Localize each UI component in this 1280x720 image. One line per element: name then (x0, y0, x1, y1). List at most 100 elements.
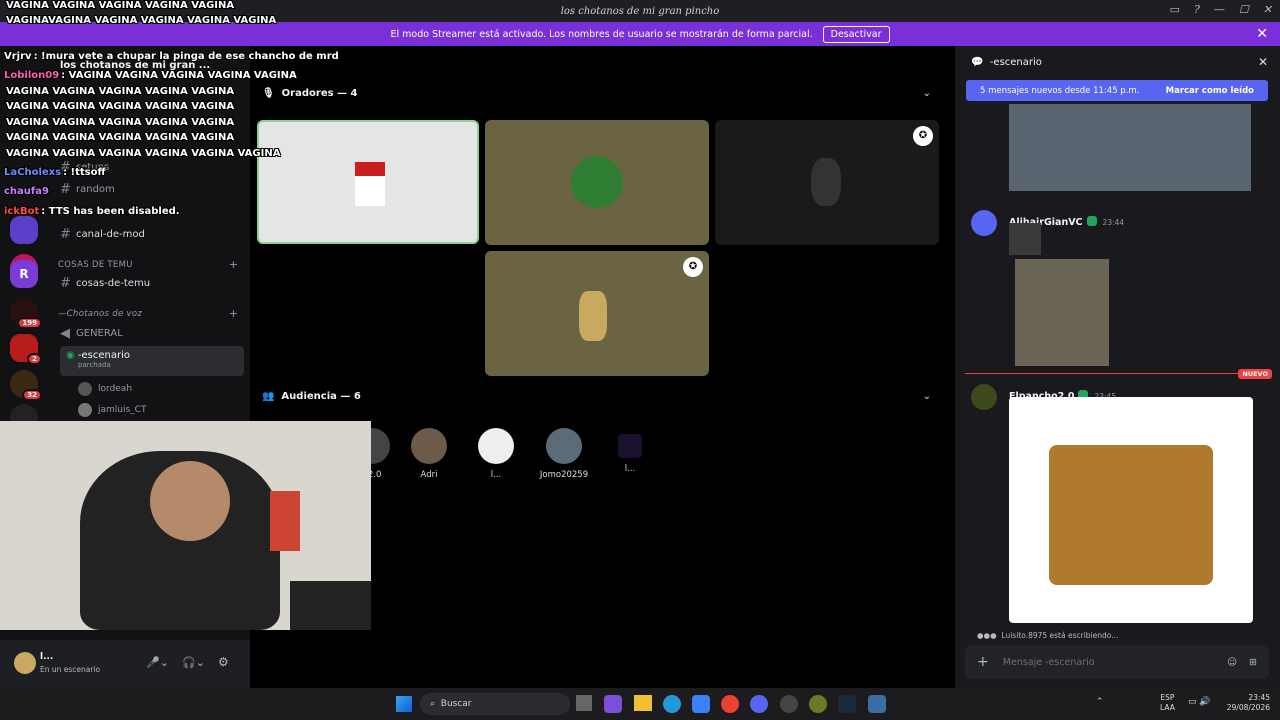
server-icon[interactable] (10, 216, 38, 244)
desk-object (290, 581, 371, 630)
file-explorer-icon[interactable] (634, 695, 652, 711)
add-channel-icon[interactable]: + (229, 258, 238, 271)
maximize-button[interactable]: ☐ (1239, 3, 1249, 16)
channel-escenario[interactable]: ◉ -escenario parchada (60, 346, 244, 376)
avatar (546, 428, 582, 464)
chevron-down-icon[interactable]: ⌄ (923, 391, 931, 402)
image-attachment[interactable] (1009, 397, 1253, 623)
server-icon[interactable]: 32 (10, 370, 42, 401)
category-voz[interactable]: —Chotanos de voz (58, 309, 142, 319)
hash-icon: # (60, 226, 71, 242)
app-icon[interactable] (868, 695, 886, 713)
figure-toy (270, 491, 300, 551)
speakers-header[interactable]: 🎙 Oradores — 4 (262, 88, 357, 99)
add-channel-icon[interactable]: + (229, 307, 238, 320)
windows-start-icon[interactable] (396, 696, 412, 712)
avatar (571, 156, 623, 208)
server-icon[interactable]: 199 (10, 298, 42, 329)
new-messages-bar[interactable]: 5 mensajes nuevos desde 11:45 p.m. Marca… (966, 80, 1268, 101)
avatar[interactable] (14, 652, 36, 674)
avatar (355, 162, 385, 206)
help-icon[interactable]: ? (1194, 3, 1200, 16)
new-badge: NUEVO (1238, 369, 1272, 379)
chat-bubble-icon: 💬 (971, 57, 984, 68)
user-status: En un escenario (40, 665, 101, 674)
speaker-tile[interactable] (257, 120, 479, 244)
minimize-button[interactable]: — (1214, 3, 1225, 16)
avatar (618, 434, 642, 458)
server-icon[interactable]: 2 (10, 334, 42, 365)
channel-general[interactable]: ◀ GENERAL (60, 322, 244, 344)
audience-member[interactable]: l... (600, 428, 660, 474)
avatar (78, 382, 92, 396)
store-icon[interactable] (692, 695, 710, 713)
channel-random[interactable]: # random (60, 178, 244, 200)
close-icon[interactable]: ✕ (1258, 55, 1268, 69)
audience-member[interactable]: l... (466, 428, 526, 480)
voice-user[interactable]: lordeah (78, 378, 262, 400)
search-box[interactable]: ⌕ Buscar (420, 693, 570, 715)
audience-member[interactable]: Jomo20259 (534, 428, 594, 480)
speaker-tile[interactable]: ✪ (715, 120, 939, 245)
close-window-button[interactable]: ✕ (1263, 3, 1272, 16)
avatar (478, 428, 514, 464)
headphones-icon[interactable]: 🎧⌄ (182, 656, 205, 669)
avatar (579, 291, 607, 341)
banner-text: El modo Streamer está activado. Los nomb… (390, 28, 813, 40)
avatar (411, 428, 447, 464)
network-icon[interactable]: ▭ 🔊 (1188, 697, 1211, 707)
chevron-down-icon[interactable]: ⌄ (923, 88, 931, 99)
chevron-up-icon[interactable]: ⌃ (1096, 697, 1104, 707)
app-title: los chotanos de mi gran pincho (560, 5, 720, 17)
clock[interactable]: 23:45 29/08/2026 (1222, 693, 1270, 713)
typing-indicator: ●●● Luisito.8975 está escribiendo... (977, 631, 1119, 640)
mark-read-button[interactable]: Marcar como leído (1166, 86, 1254, 96)
user-panel: l... En un escenario 🎤⌄ 🎧⌄ ⚙ (0, 640, 250, 688)
verified-icon (1086, 215, 1097, 226)
app-icon[interactable] (809, 695, 827, 713)
avatar[interactable] (971, 210, 997, 236)
discord-icon[interactable] (750, 695, 768, 713)
image-attachment[interactable] (1009, 223, 1041, 255)
channel-setups[interactable]: # setups (60, 156, 244, 178)
steam-icon[interactable] (838, 695, 856, 713)
disable-streamer-button[interactable]: Desactivar (822, 25, 890, 43)
window-titlebar: los chotanos de mi gran pincho ▭ ? — ☐ ✕ (0, 0, 1280, 22)
inbox-icon[interactable]: ▭ (1170, 3, 1180, 16)
audience-member[interactable]: Adri (399, 428, 459, 480)
channel-cosas-de-temu[interactable]: # cosas-de-temu (60, 272, 244, 294)
apps-icon[interactable]: ⊞ (1249, 657, 1257, 668)
app-icon[interactable] (780, 695, 798, 713)
edge-icon[interactable] (663, 695, 681, 713)
speaker-tile[interactable] (485, 120, 709, 245)
image-attachment[interactable] (1009, 104, 1251, 191)
channel-canal-de-mod[interactable]: # canal-de-mod (60, 223, 244, 245)
emoji-icon[interactable]: ☺ (1227, 657, 1237, 668)
message-input[interactable]: + Mensaje -escenario ☺ ⊞ (965, 645, 1269, 679)
hash-icon: # (60, 181, 71, 197)
language-indicator[interactable]: ESP LAA (1160, 693, 1175, 713)
voice-user[interactable]: jamluis_CT (78, 399, 262, 421)
close-icon[interactable]: ✕ (1256, 26, 1268, 42)
server-name[interactable]: los chotanos de mi gran ... (60, 54, 244, 76)
task-view-icon[interactable] (576, 695, 592, 711)
server-icon[interactable]: R (10, 260, 38, 288)
add-attachment-icon[interactable]: + (977, 654, 989, 670)
gear-icon[interactable]: ⚙ (218, 655, 229, 669)
speaker-icon: ◀ (60, 325, 70, 341)
avatar[interactable] (971, 384, 997, 410)
chrome-icon[interactable] (721, 695, 739, 713)
hash-icon: # (60, 159, 71, 175)
avatar (811, 158, 841, 206)
new-divider (965, 373, 1269, 374)
streamer-mode-banner: El modo Streamer está activado. Los nomb… (0, 22, 1280, 46)
app-icon[interactable] (604, 695, 622, 713)
audience-header[interactable]: 👥 Audiencia — 6 (262, 391, 361, 402)
category-temu[interactable]: COSAS DE TEMU (58, 260, 133, 270)
boxer-image (1049, 445, 1213, 585)
moderator-icon: ✪ (913, 126, 933, 146)
microphone-icon[interactable]: 🎤⌄ (146, 656, 169, 669)
search-icon: ⌕ (430, 699, 436, 709)
speaker-tile[interactable]: ✪ (485, 251, 709, 376)
image-attachment[interactable] (1015, 259, 1109, 366)
